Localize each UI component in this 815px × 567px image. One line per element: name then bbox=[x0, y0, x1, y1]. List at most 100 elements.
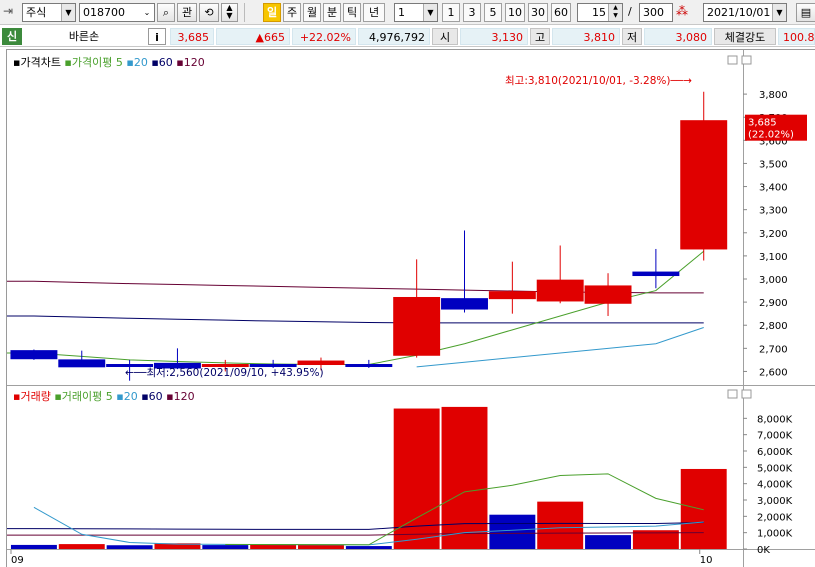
high-annotation: 최고:3,810(2021/10/01, -3.28%)──→ bbox=[505, 75, 692, 87]
high-price: 3,810 bbox=[552, 28, 620, 45]
volume-bar bbox=[585, 535, 632, 549]
legend-item: ▪가격이평 5 bbox=[61, 56, 123, 69]
high-label: 고 bbox=[530, 28, 550, 45]
chart-toolbar: ⇥ 주식 ▼ 018700 ⌄ ⌕ 관 ⟲ ▲ ▼ 일 주 월 분 틱 년 1 ▼… bbox=[0, 0, 815, 25]
volume-bar bbox=[58, 544, 105, 549]
current-price-tag-value: 3,685 bbox=[748, 118, 777, 129]
period-tick-button[interactable]: 틱 bbox=[343, 3, 361, 22]
volume-legend: ▪거래량 ▪거래이평 5 ▪20 ▪60 ▪120 bbox=[13, 390, 195, 403]
stepper-icon[interactable]: ▲ ▼ bbox=[221, 3, 238, 22]
price-change: ▲665 bbox=[216, 28, 290, 45]
period-year-button[interactable]: 년 bbox=[363, 3, 385, 22]
close-panel-icon[interactable] bbox=[741, 55, 752, 65]
price-tick-label: 2,800 bbox=[759, 321, 788, 332]
price-tick-label: 2,600 bbox=[759, 367, 788, 378]
volume-bar bbox=[106, 545, 153, 549]
volume-tick-label: 2,000K bbox=[757, 512, 793, 523]
price-legend: ▪가격차트 ▪가격이평 5 ▪20 ▪60 ▪120 bbox=[13, 56, 205, 69]
candle-body bbox=[488, 291, 536, 300]
price-tick-label: 3,500 bbox=[759, 159, 788, 170]
candle-body bbox=[536, 279, 584, 302]
stepper-icon[interactable]: ▲ ▼ bbox=[608, 4, 622, 21]
volume-ma120-line bbox=[7, 532, 704, 536]
chevron-down-icon[interactable]: ⌄ bbox=[140, 4, 154, 21]
price-tick-label: 3,800 bbox=[759, 90, 788, 101]
volume-tick-label: 7,000K bbox=[757, 431, 793, 442]
info-button[interactable]: i bbox=[148, 28, 166, 45]
legend-item: ▪60 bbox=[138, 390, 163, 403]
candle-body bbox=[393, 296, 441, 356]
legend-item: ▪120 bbox=[173, 56, 205, 69]
interval-1-button[interactable]: 1 bbox=[442, 3, 460, 22]
settings-icon[interactable]: ⁂ bbox=[676, 3, 692, 22]
volume-bar bbox=[537, 501, 584, 549]
interval-5-button[interactable]: 5 bbox=[484, 3, 502, 22]
price-tick-label: 2,700 bbox=[759, 344, 788, 355]
price-volume-chart[interactable]: 3,8003,7003,6003,5003,4003,3003,2003,100… bbox=[7, 50, 815, 567]
strength-value: 100.8 bbox=[778, 28, 815, 45]
price-tick-label: 3,400 bbox=[759, 183, 788, 194]
interval-3-button[interactable]: 3 bbox=[463, 3, 481, 22]
chevron-down-icon[interactable]: ▼ bbox=[423, 4, 437, 21]
close-panel-icon[interactable] bbox=[741, 389, 752, 399]
dock-icon[interactable]: ⇥ bbox=[3, 3, 21, 22]
volume-tick-label: 4,000K bbox=[757, 480, 793, 491]
interval-30-button[interactable]: 30 bbox=[528, 3, 548, 22]
interval-select[interactable]: 1 ▼ bbox=[394, 3, 438, 22]
chart-area[interactable]: 3,8003,7003,6003,5003,4003,3003,2003,100… bbox=[6, 49, 815, 567]
minimize-panel-icon[interactable] bbox=[727, 389, 738, 399]
period-month-button[interactable]: 월 bbox=[303, 3, 321, 22]
chevron-down-icon[interactable]: ▼ bbox=[61, 4, 75, 21]
total-count-input[interactable]: 300 bbox=[639, 3, 673, 22]
candle-body bbox=[58, 359, 106, 368]
candle-body bbox=[680, 120, 728, 250]
candle-body bbox=[584, 285, 632, 304]
stock-code-input[interactable]: 018700 ⌄ bbox=[79, 3, 155, 22]
display-count-value: 15 bbox=[592, 6, 606, 19]
quote-bar: 신 바른손 i 3,685 ▲665 +22.02% 4,976,792 시 3… bbox=[0, 26, 815, 47]
price-tick-label: 3,100 bbox=[759, 252, 788, 263]
chart-settings-icon[interactable]: ▤ bbox=[796, 3, 815, 22]
market-select[interactable]: 주식 ▼ bbox=[22, 3, 76, 22]
volume-bar bbox=[298, 544, 344, 549]
chevron-down-icon[interactable]: ▼ bbox=[772, 4, 786, 21]
price-tick-label: 2,900 bbox=[759, 298, 788, 309]
date-select[interactable]: 2021/10/01 ▼ bbox=[703, 3, 787, 22]
interval-10-button[interactable]: 10 bbox=[505, 3, 525, 22]
interval-60-button[interactable]: 60 bbox=[551, 3, 571, 22]
period-minute-button[interactable]: 분 bbox=[323, 3, 341, 22]
low-price: 3,080 bbox=[644, 28, 712, 45]
count-separator: / bbox=[628, 5, 632, 18]
volume-tick-label: 6,000K bbox=[757, 447, 793, 458]
search-button[interactable]: 관 bbox=[177, 3, 197, 22]
period-day-button[interactable]: 일 bbox=[263, 3, 281, 22]
volume-bar bbox=[250, 544, 297, 549]
period-week-button[interactable]: 주 bbox=[283, 3, 301, 22]
volume-tick-label: 5,000K bbox=[757, 463, 793, 474]
stock-name: 바른손 bbox=[68, 30, 100, 43]
candle-body bbox=[10, 350, 58, 360]
refresh-icon[interactable]: ⟲ bbox=[199, 3, 219, 22]
legend-item: ▪120 bbox=[163, 390, 195, 403]
candle-body bbox=[297, 360, 345, 366]
market-select-value: 주식 bbox=[26, 6, 47, 19]
candle-body bbox=[441, 298, 488, 310]
strength-label: 체결강도 bbox=[714, 28, 776, 45]
interval-select-value: 1 bbox=[398, 6, 405, 19]
current-price-tag-rate: (22.02%) bbox=[748, 130, 794, 141]
candle-body bbox=[632, 271, 680, 277]
legend-item: ▪20 bbox=[113, 390, 138, 403]
x-tick-label: 10 bbox=[700, 555, 713, 566]
volume-bar bbox=[202, 545, 249, 549]
search-icon[interactable]: ⌕ bbox=[157, 3, 175, 22]
current-price: 3,685 bbox=[170, 28, 214, 45]
display-count-input[interactable]: 15 ▲ ▼ bbox=[577, 3, 623, 22]
volume-bar bbox=[10, 544, 57, 549]
candle-body bbox=[345, 364, 393, 368]
minimize-panel-icon[interactable] bbox=[727, 55, 738, 65]
volume-tick-label: 0K bbox=[757, 545, 770, 556]
low-annotation: ←──최저:2,560(2021/09/10, +43.95%) bbox=[125, 367, 324, 379]
open-label: 시 bbox=[432, 28, 458, 45]
volume-tick-label: 8,000K bbox=[757, 414, 793, 425]
legend-item: ▪거래량 bbox=[13, 390, 51, 403]
